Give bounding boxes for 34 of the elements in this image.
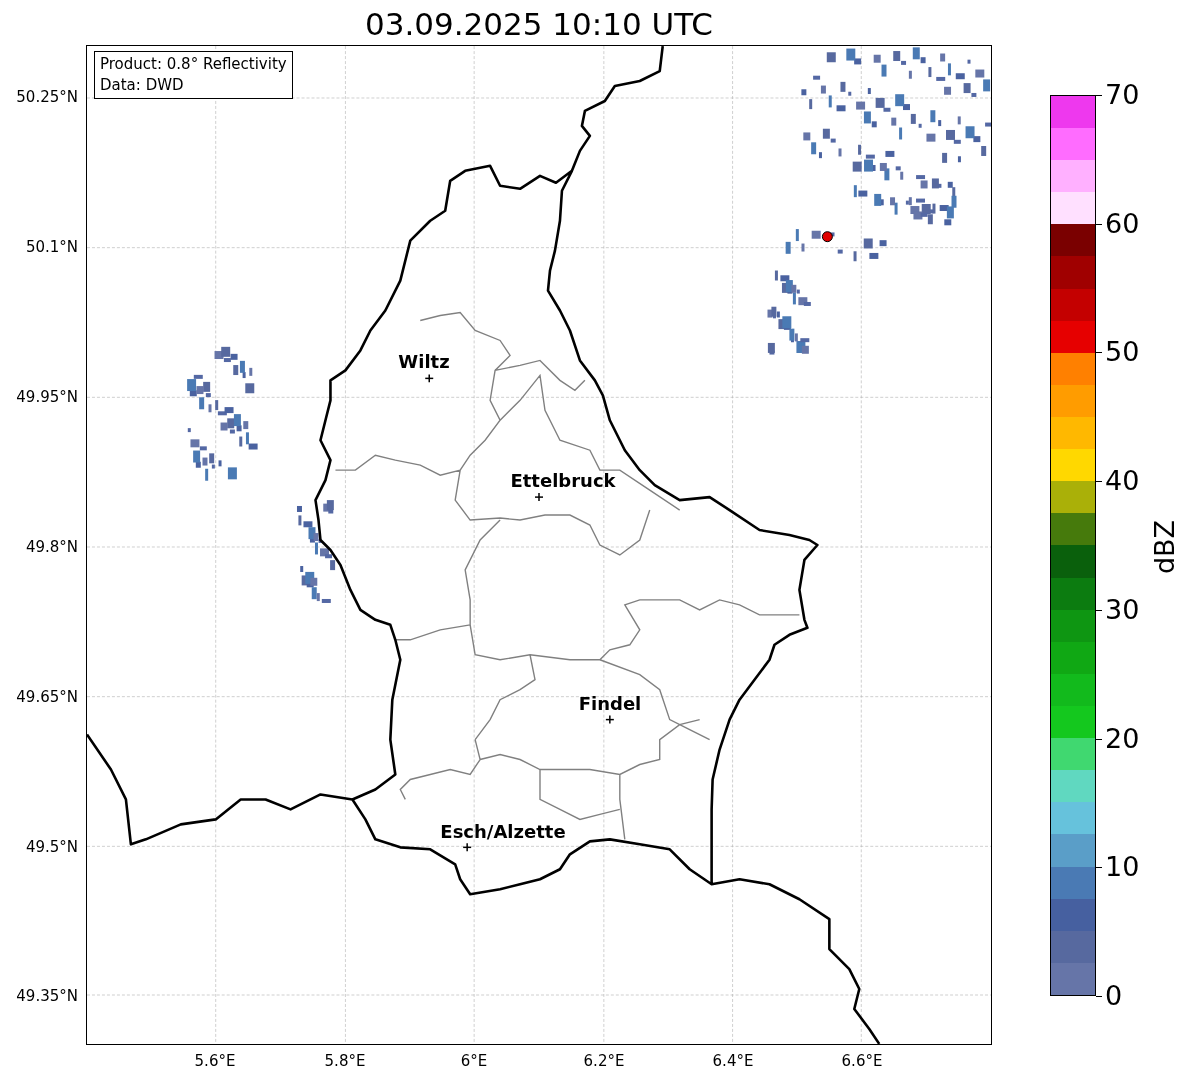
city-marker-icon xyxy=(605,714,615,725)
colorbar-tick-label: 70 xyxy=(1105,80,1140,110)
city-label: Wiltz xyxy=(398,352,450,372)
longitude-label: 5.8°E xyxy=(324,1052,366,1070)
colorbar-label: dBZ xyxy=(1150,519,1181,575)
latitude-label: 49.35°N xyxy=(16,987,78,1005)
info-text: Product: 0.8° Reflectivity xyxy=(100,54,287,75)
info-text: Data: DWD xyxy=(100,75,185,96)
colorbar-tick-label: 0 xyxy=(1105,981,1123,1011)
latitude-label: 50.1°N xyxy=(25,238,78,256)
latitude-label: 49.8°N xyxy=(25,538,78,556)
colorbar-tick-label: 40 xyxy=(1105,466,1140,497)
latitude-label: 49.5°N xyxy=(25,838,78,856)
chart-title: 03.09.2025 10:10 UTC xyxy=(364,5,714,44)
colorbar-tick-label: 30 xyxy=(1105,594,1140,625)
radar-site-icon xyxy=(821,231,833,243)
latitude-label: 50.25°N xyxy=(16,88,78,106)
longitude-label: 6°E xyxy=(460,1052,488,1070)
latitude-label: 49.65°N xyxy=(16,688,78,706)
city-marker-icon xyxy=(424,373,434,384)
city-label: Findel xyxy=(578,694,642,714)
longitude-label: 6.2°E xyxy=(583,1052,625,1070)
colorbar-tick-label: 50 xyxy=(1105,337,1140,368)
city-marker-icon xyxy=(534,492,544,502)
longitude-label: 6.4°E xyxy=(712,1052,754,1070)
colorbar-tick-label: 60 xyxy=(1105,208,1140,239)
city-marker-icon xyxy=(462,842,472,853)
city-label: Ettelbruck xyxy=(510,471,616,491)
colorbar-tick-label: 20 xyxy=(1105,723,1140,754)
longitude-label: 5.6°E xyxy=(194,1052,236,1070)
longitude-label: 6.6°E xyxy=(841,1052,883,1070)
city-label: Esch/Alzette xyxy=(440,822,566,842)
latitude-label: 49.95°N xyxy=(16,388,78,406)
colorbar-tick-label: 10 xyxy=(1105,852,1140,883)
